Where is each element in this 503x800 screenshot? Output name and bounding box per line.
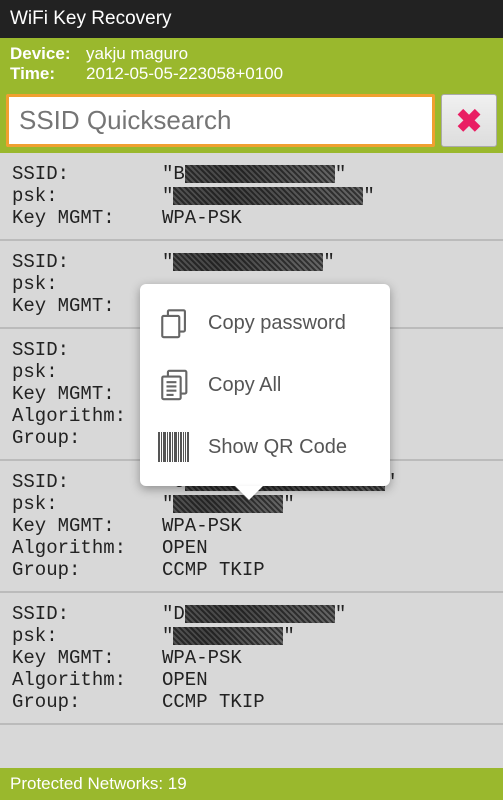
algorithm-value: OPEN [162, 669, 208, 691]
search-row: ✖ [0, 90, 503, 153]
ssid-label: SSID: [12, 251, 162, 273]
context-menu: Copy password Copy All Show QR Code [140, 284, 390, 486]
device-label: Device: [10, 44, 74, 64]
barcode-icon [158, 430, 192, 464]
show-qr-label: Show QR Code [208, 436, 347, 459]
close-icon: ✖ [456, 102, 483, 140]
ssid-label: SSID: [12, 163, 162, 185]
copy-password-icon [158, 306, 192, 340]
header-info: Device: yakju maguro Time: 2012-05-05-22… [0, 38, 503, 90]
group-value: CCMP TKIP [162, 691, 265, 713]
keymgmt-value: WPA-PSK [162, 207, 242, 229]
copy-password-item[interactable]: Copy password [140, 292, 390, 354]
group-label: Group: [12, 691, 162, 713]
psk-label: psk: [12, 493, 162, 515]
time-label: Time: [10, 64, 74, 84]
footer-count: 19 [168, 774, 187, 793]
keymgmt-label: Key MGMT: [12, 515, 162, 537]
keymgmt-value: WPA-PSK [162, 515, 242, 537]
network-item[interactable]: SSID:"B" psk:"" Key MGMT:WPA-PSK [0, 153, 503, 241]
search-input[interactable] [6, 94, 435, 147]
copy-all-icon [158, 368, 192, 402]
keymgmt-value: WPA-PSK [162, 647, 242, 669]
network-item[interactable]: SSID:"D" psk:"" Key MGMT:WPA-PSK Algorit… [0, 593, 503, 725]
footer-bar: Protected Networks: 19 [0, 768, 503, 800]
keymgmt-label: Key MGMT: [12, 647, 162, 669]
psk-label: psk: [12, 185, 162, 207]
device-value: yakju maguro [86, 44, 188, 64]
keymgmt-label: Key MGMT: [12, 207, 162, 229]
app-title: WiFi Key Recovery [10, 8, 172, 29]
title-bar: WiFi Key Recovery [0, 0, 503, 38]
copy-all-item[interactable]: Copy All [140, 354, 390, 416]
group-label: Group: [12, 559, 162, 581]
algorithm-label: Algorithm: [12, 669, 162, 691]
time-value: 2012-05-05-223058+0100 [86, 64, 283, 84]
algorithm-label: Algorithm: [12, 537, 162, 559]
ssid-label: SSID: [12, 603, 162, 625]
group-value: CCMP TKIP [162, 559, 265, 581]
show-qr-item[interactable]: Show QR Code [140, 416, 390, 478]
psk-label: psk: [12, 625, 162, 647]
copy-all-label: Copy All [208, 374, 281, 397]
copy-password-label: Copy password [208, 312, 346, 335]
clear-search-button[interactable]: ✖ [441, 94, 497, 147]
footer-label: Protected Networks: [10, 774, 163, 793]
algorithm-value: OPEN [162, 537, 208, 559]
